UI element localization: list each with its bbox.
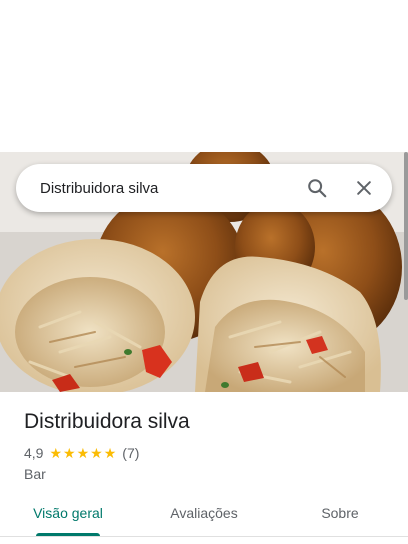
map-blank-area [0, 0, 408, 152]
place-info: Distribuidora silva 4,9 ★ ★ ★ ★ ★ (7) Ba… [24, 408, 394, 482]
place-tabs: Visão geral Avaliações Sobre [0, 496, 408, 537]
search-bar[interactable]: Distribuidora silva [16, 164, 392, 212]
scrollbar[interactable] [404, 152, 408, 300]
rating-value: 4,9 [24, 445, 44, 461]
review-count[interactable]: (7) [122, 445, 139, 461]
tab-overview[interactable]: Visão geral [0, 496, 136, 536]
star-icon: ★ [76, 445, 90, 461]
star-icon: ★ [90, 445, 103, 461]
star-icon: ★ [63, 445, 76, 461]
star-icon: ★ [103, 445, 117, 461]
place-category[interactable]: Bar [24, 466, 394, 482]
place-title: Distribuidora silva [24, 410, 190, 433]
star-icon: ★ [49, 445, 63, 461]
rating-row[interactable]: 4,9 ★ ★ ★ ★ ★ (7) [24, 444, 394, 462]
tab-reviews[interactable]: Avaliações [136, 496, 272, 536]
rating-stars: ★ ★ ★ ★ ★ [49, 446, 116, 460]
search-icon[interactable] [306, 177, 328, 199]
close-icon[interactable] [354, 178, 374, 198]
tab-about[interactable]: Sobre [272, 496, 408, 536]
search-input[interactable]: Distribuidora silva [40, 180, 306, 197]
